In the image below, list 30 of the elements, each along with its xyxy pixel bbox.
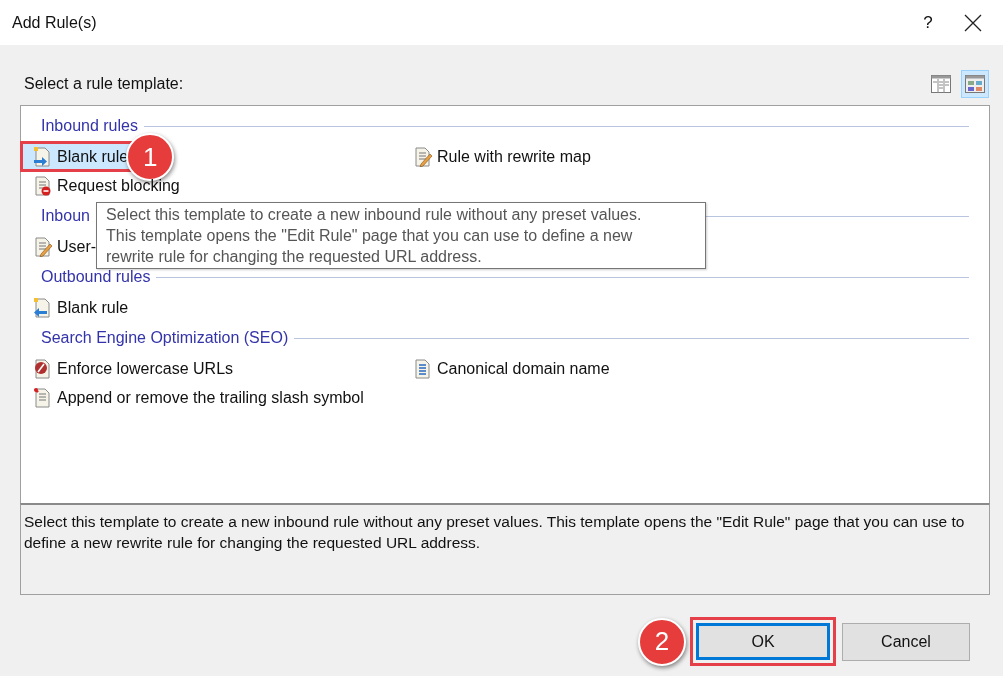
- close-icon[interactable]: [963, 12, 983, 33]
- template-item[interactable]: Canonical domain name: [401, 354, 614, 383]
- tooltip: Select this template to create a new inbound rule without any preset values. This template opens the "Edit Rule" page that you can use to define a new rewrite rule for changing the requested URL address.: [96, 202, 706, 269]
- callout-badge: 2: [638, 617, 686, 666]
- template-item[interactable]: Append or remove the trailing slash symbol: [21, 383, 368, 412]
- cancel-button[interactable]: Cancel: [842, 622, 970, 661]
- document-stop-icon: [33, 175, 53, 196]
- group-header: Inboun: [41, 207, 90, 225]
- template-item[interactable]: Rule with rewrite map: [401, 142, 595, 171]
- template-item[interactable]: Enforce lowercase URLs: [21, 354, 238, 383]
- window-title: Add Rule(s): [12, 13, 98, 32]
- group-header: Inbound rules: [41, 117, 138, 135]
- view-toggle-button[interactable]: [961, 70, 989, 98]
- document-no-sign-icon: [33, 358, 53, 379]
- details-view-icon: [931, 75, 951, 93]
- document-list-icon: [413, 358, 433, 379]
- template-label: Select a rule template:: [24, 75, 185, 93]
- template-item[interactable]: Blank rule: [21, 142, 133, 171]
- tiles-view-icon: [965, 75, 985, 93]
- help-button[interactable]: ?: [903, 12, 953, 33]
- description-text: Select this template to create a new inbound rule without any preset values. This template opens the "Edit Rule" page that you can use to define a new rewrite rule for changing the requested URL address.: [20, 503, 990, 595]
- group-header: Outbound rules: [41, 268, 151, 286]
- document-arrow-icon: [33, 146, 53, 167]
- document-pencil-icon: [33, 236, 53, 257]
- ok-button[interactable]: OK: [690, 617, 836, 666]
- document-arrow-icon: [33, 297, 53, 318]
- document-pin-icon: [33, 387, 53, 408]
- group-header: Search Engine Optimization (SEO): [41, 329, 289, 347]
- template-item[interactable]: Blank rule: [21, 293, 133, 322]
- document-pencil-icon: [413, 146, 433, 167]
